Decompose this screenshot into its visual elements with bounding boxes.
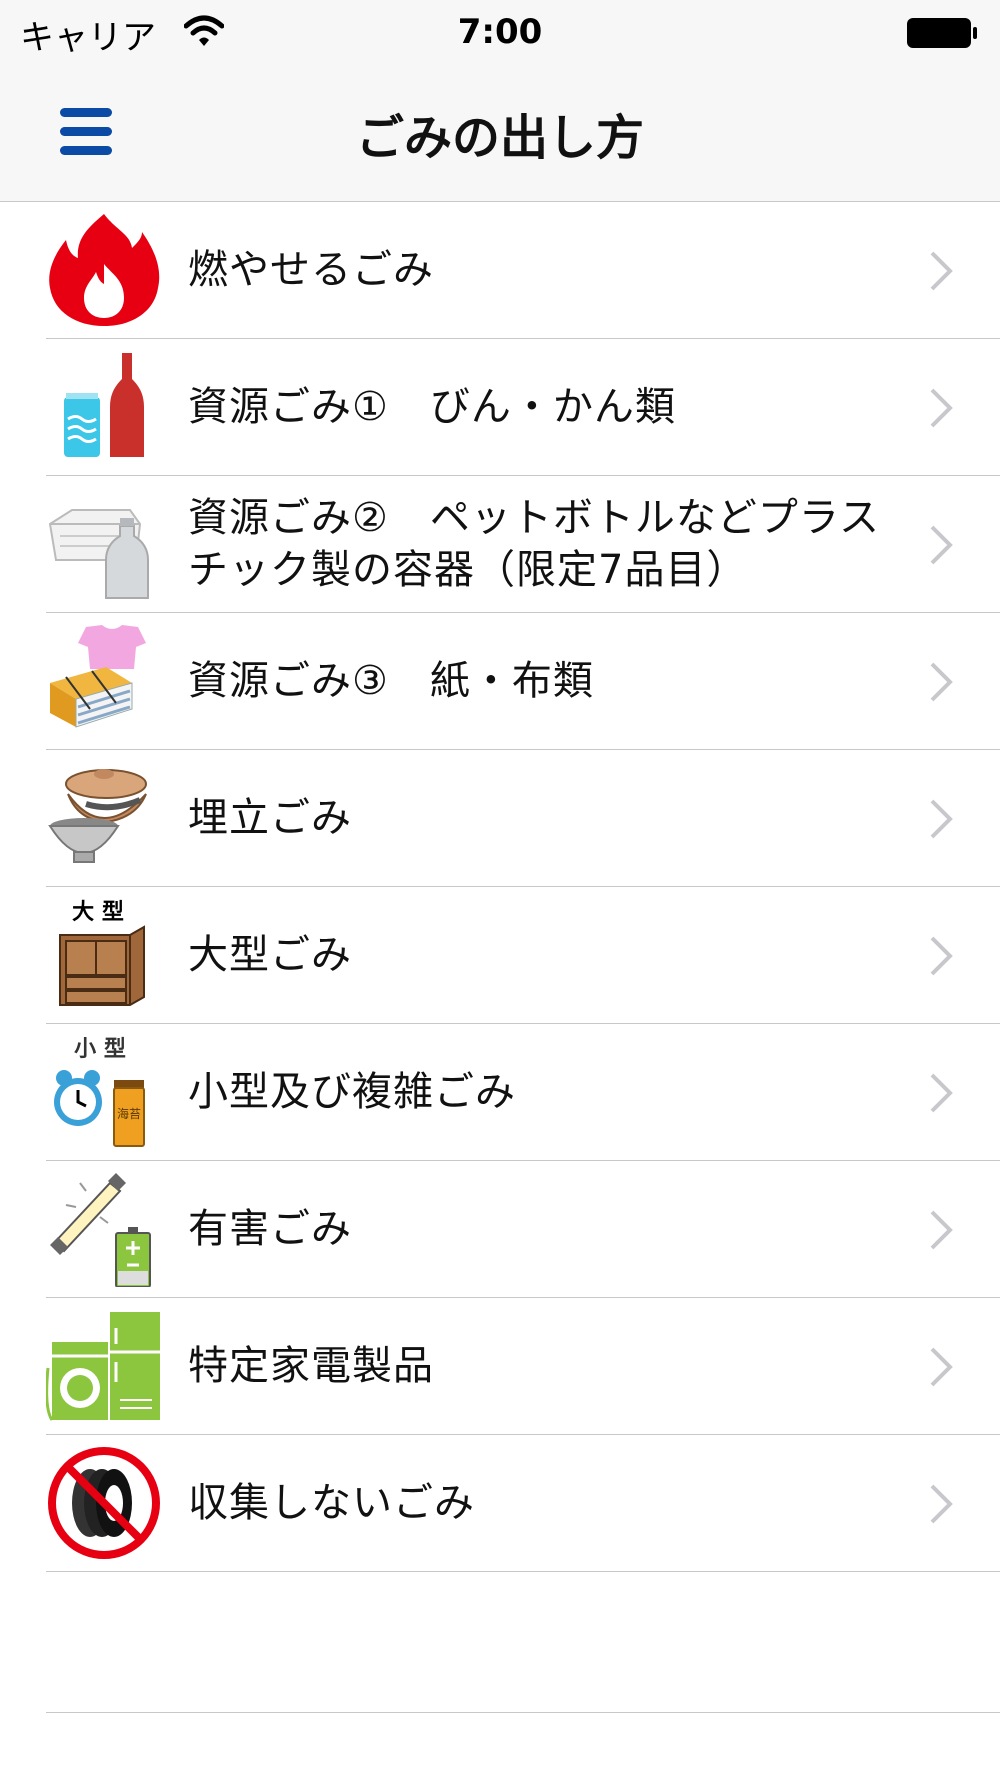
list-item-label: 有害ごみ [188, 1206, 352, 1252]
chevron-right-icon [930, 1347, 953, 1387]
list-item-label: 埋立ごみ [188, 795, 352, 841]
list-footer-separator [46, 1712, 1000, 1713]
list-item-label: 資源ごみ② ペットボトルなどプラスチック製の容器（限定7品目） [188, 495, 881, 593]
not-collected-icon [48, 1447, 160, 1559]
hazardous-icon [50, 1173, 151, 1287]
paper-cloth-icon [50, 625, 146, 728]
navigation-bar: ごみの出し方 [0, 64, 1000, 202]
can-bottle-icon [64, 353, 144, 457]
list-item-cans-bottles[interactable]: 資源ごみ① びん・かん類 [0, 339, 1000, 476]
status-time: 7:00 [457, 12, 543, 52]
svg-text:小 型: 小 型 [74, 1037, 126, 1062]
chevron-right-icon [930, 936, 953, 976]
chevron-right-icon [930, 1484, 953, 1524]
chevron-right-icon [930, 388, 953, 428]
list-item-label: 特定家電製品 [188, 1343, 434, 1389]
chevron-right-icon [930, 662, 953, 702]
plastic-container-icon [48, 509, 149, 599]
chevron-right-icon [930, 799, 953, 839]
chevron-right-icon [930, 1073, 953, 1113]
chevron-right-icon [930, 251, 953, 291]
svg-text:海苔: 海苔 [117, 1106, 141, 1121]
battery-icon [907, 18, 977, 48]
chevron-right-icon [930, 525, 953, 565]
appliance-icon [46, 1312, 160, 1421]
list-item-burnable[interactable]: 燃やせるごみ [0, 202, 1000, 339]
status-bar: キャリア 7:00 [0, 0, 1000, 64]
list-item-label: 小型及び複雑ごみ [188, 1069, 516, 1115]
list-item-label: 大型ごみ [188, 932, 352, 978]
list-item-large[interactable]: 大 型 大型ごみ [0, 887, 1000, 1024]
garbage-category-list: 燃やせるごみ 資源ごみ① びん・かん類 資源ごみ② ペットボトルなどプラスチック… [0, 202, 1000, 1572]
list-item-label: 資源ごみ① びん・かん類 [188, 384, 676, 430]
chevron-right-icon [930, 1210, 953, 1250]
app-screen: キャリア 7:00 ごみの出し方 燃やせるごみ 資源ごみ① びん・かん類 資源ご… [0, 0, 1000, 1778]
list-item-small[interactable]: 小 型 海苔 小型及び複雑ごみ [0, 1024, 1000, 1161]
list-item-label: 燃やせるごみ [188, 247, 434, 293]
list-item-hazardous[interactable]: 有害ごみ [0, 1161, 1000, 1298]
large-furniture-icon: 大 型 [59, 900, 145, 1006]
list-item-label: 資源ごみ③ 紙・布類 [188, 658, 594, 704]
fire-icon [49, 214, 160, 326]
svg-text:大 型: 大 型 [72, 900, 124, 925]
list-item-label: 収集しないごみ [188, 1480, 475, 1526]
list-item-landfill[interactable]: 埋立ごみ [0, 750, 1000, 887]
list-item-not-collected[interactable]: 収集しないごみ [0, 1435, 1000, 1572]
list-item-plastic-containers[interactable]: 資源ごみ② ペットボトルなどプラスチック製の容器（限定7品目） [0, 476, 1000, 613]
list-item-paper-cloth[interactable]: 資源ごみ③ 紙・布類 [0, 613, 1000, 750]
small-items-icon: 小 型 海苔 [54, 1037, 145, 1147]
page-title: ごみの出し方 [355, 110, 644, 166]
list-item-appliances[interactable]: 特定家電製品 [0, 1298, 1000, 1435]
pottery-icon [48, 769, 147, 863]
